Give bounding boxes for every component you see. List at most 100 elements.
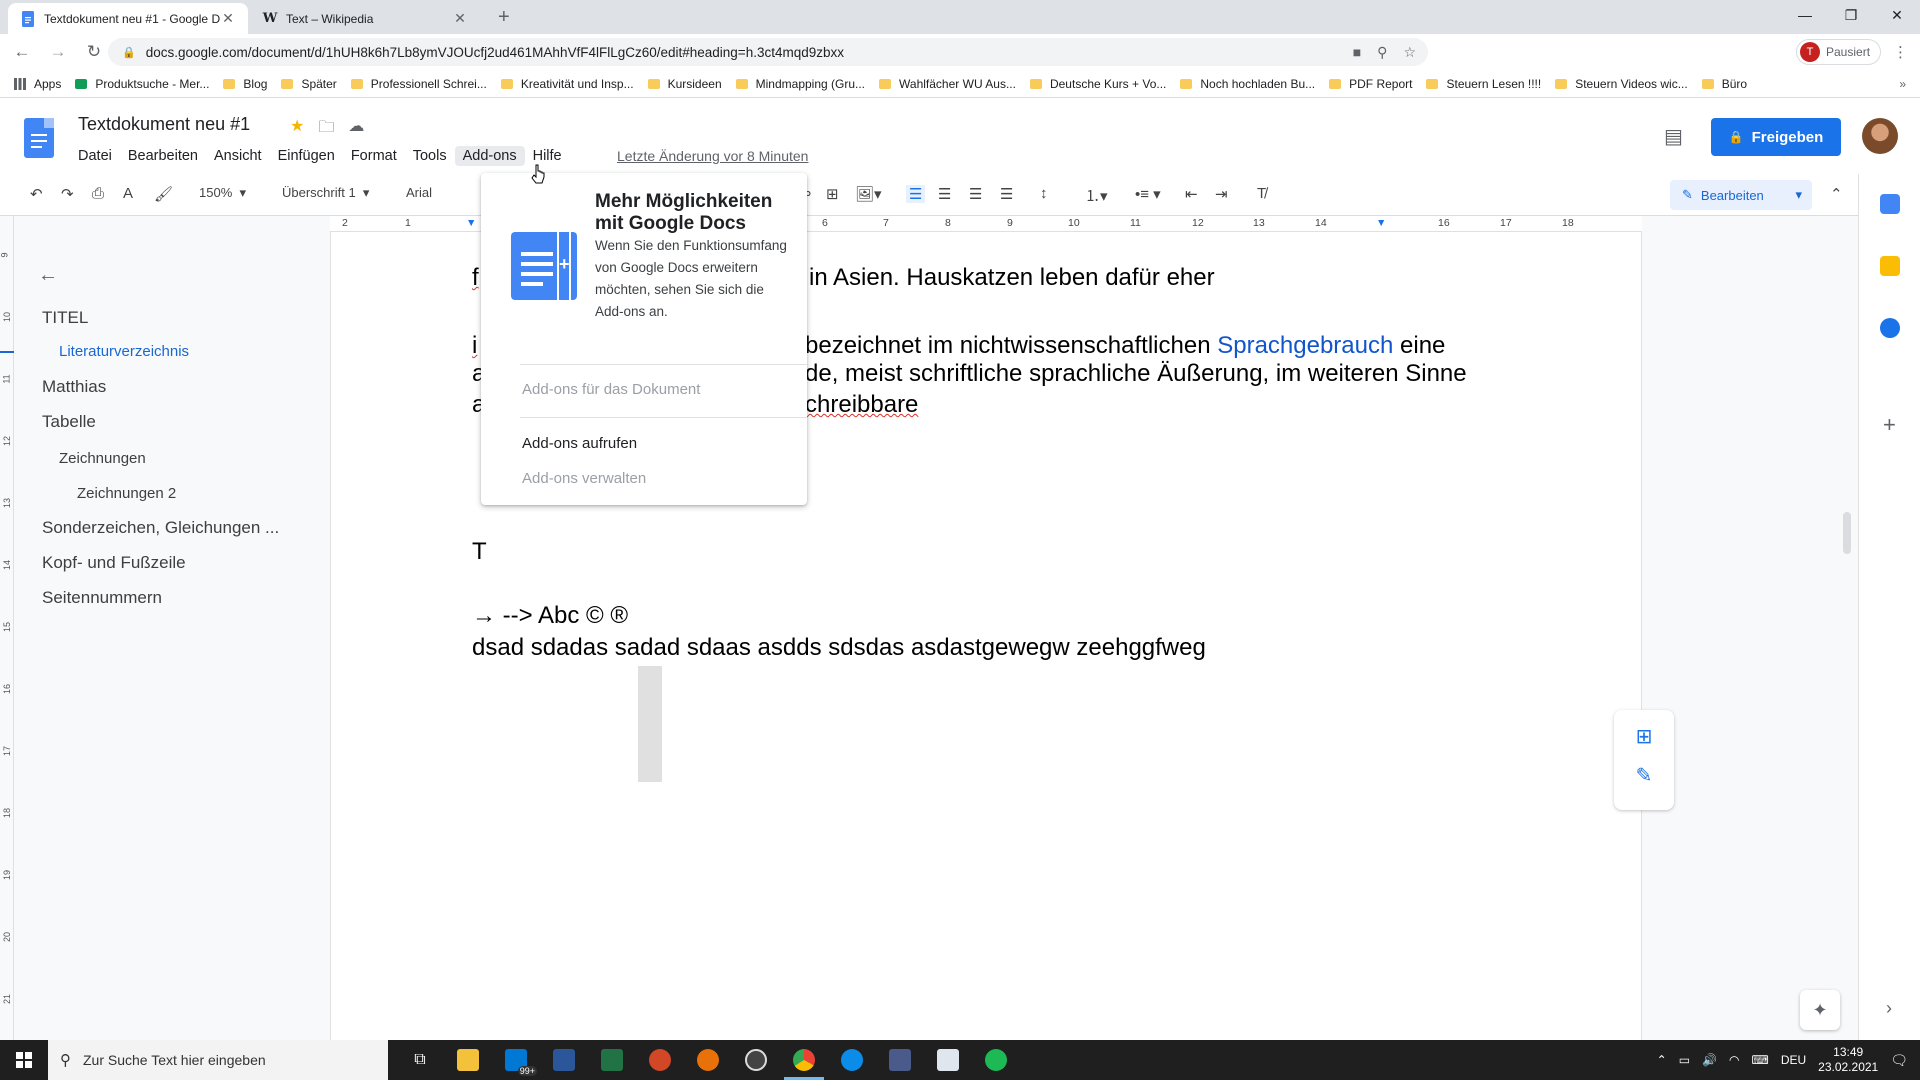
bookmark-item[interactable]: Kreativität und Insp... <box>500 77 634 91</box>
close-window-icon[interactable]: ✕ <box>1874 0 1920 30</box>
forward-icon[interactable]: → <box>44 42 72 62</box>
wiki-link[interactable]: Sprachgebrauch <box>1217 332 1393 359</box>
explore-icon[interactable]: ✦ <box>1800 990 1840 1030</box>
undo-icon[interactable]: ↶ <box>30 185 43 203</box>
file-explorer-icon[interactable] <box>444 1040 492 1080</box>
menu-item-get-addons[interactable]: Add-ons aufrufen <box>522 435 637 452</box>
clear-formatting-icon[interactable]: T̸ <box>1257 185 1266 202</box>
browser-tab-wikipedia[interactable]: W Text – Wikipedia ✕ <box>250 3 480 34</box>
bookmark-item[interactable]: Mindmapping (Gru... <box>735 77 865 91</box>
powerpoint-icon[interactable] <box>636 1040 684 1080</box>
close-tab-icon[interactable]: ✕ <box>220 10 236 27</box>
mail-icon[interactable]: 99+ <box>492 1040 540 1080</box>
comments-icon[interactable]: ▤ <box>1664 124 1683 149</box>
bookmark-item[interactable]: Kursideen <box>647 77 722 91</box>
outline-item[interactable]: Zeichnungen 2 <box>77 485 176 502</box>
align-center-icon[interactable]: ☰ <box>938 185 951 203</box>
add-addon-icon[interactable]: + <box>1883 412 1896 438</box>
app-doc-icon[interactable] <box>924 1040 972 1080</box>
redo-icon[interactable]: ↷ <box>61 185 74 203</box>
app-window-icon[interactable] <box>876 1040 924 1080</box>
align-right-icon[interactable]: ☰ <box>969 185 982 203</box>
outline-item[interactable]: Sonderzeichen, Gleichungen ... <box>42 518 279 538</box>
increase-indent-icon[interactable]: ⇥ <box>1215 185 1228 203</box>
bookmark-item[interactable]: Noch hochladen Bu... <box>1180 77 1315 91</box>
camera-icon[interactable]: ■ <box>1353 44 1361 61</box>
menu-einfuegen[interactable]: Einfügen <box>270 146 343 166</box>
word-icon[interactable] <box>540 1040 588 1080</box>
avatar[interactable] <box>1862 118 1898 154</box>
browser-tab-docs[interactable]: Textdokument neu #1 - Google D ✕ <box>8 3 248 34</box>
outline-item-active[interactable]: Literaturverzeichnis <box>59 343 189 360</box>
style-select[interactable]: Überschrift 1 ▾ <box>282 185 369 201</box>
back-icon[interactable]: ← <box>8 42 36 62</box>
insert-image-icon[interactable]: 🖼▾ <box>855 185 882 203</box>
zoom-icon[interactable]: ⚲ <box>1377 44 1387 61</box>
reload-icon[interactable]: ↻ <box>80 42 108 62</box>
task-view-icon[interactable]: ⧉ <box>396 1040 444 1080</box>
star-icon[interactable]: ★ <box>290 116 304 143</box>
browser-menu-icon[interactable]: ⋮ <box>1893 43 1908 61</box>
app-icon[interactable] <box>684 1040 732 1080</box>
image-placeholder[interactable] <box>638 666 662 782</box>
close-outline-icon[interactable]: ← <box>38 264 58 287</box>
excel-icon[interactable] <box>588 1040 636 1080</box>
paint-format-icon[interactable]: 🖌 <box>154 185 173 203</box>
outline-item[interactable]: Matthias <box>42 377 106 397</box>
menu-tools[interactable]: Tools <box>405 146 455 166</box>
bulleted-list-icon[interactable]: •≡ ▾ <box>1135 185 1161 203</box>
tray-chevron-icon[interactable]: ⌃ <box>1657 1053 1667 1067</box>
share-button[interactable]: 🔒 Freigeben <box>1711 118 1841 156</box>
decrease-indent-icon[interactable]: ⇤ <box>1185 185 1198 203</box>
edge-icon[interactable] <box>828 1040 876 1080</box>
battery-icon[interactable]: ▭ <box>1679 1053 1690 1067</box>
print-icon[interactable]: ⎙ <box>92 185 104 202</box>
numbered-list-icon[interactable]: ⒈▾ <box>1085 185 1108 206</box>
new-tab-icon[interactable]: + <box>498 6 510 29</box>
bookmark-item[interactable]: Deutsche Kurs + Vo... <box>1029 77 1166 91</box>
bookmark-item[interactable]: Steuern Videos wic... <box>1555 77 1688 91</box>
google-docs-logo-icon[interactable] <box>24 118 54 158</box>
obs-icon[interactable] <box>732 1040 780 1080</box>
close-tab-icon[interactable]: ✕ <box>452 10 468 27</box>
profile-button[interactable]: T Pausiert <box>1796 39 1882 65</box>
right-indent-marker-icon[interactable]: ▼ <box>1376 217 1386 229</box>
taskbar-search-input[interactable]: ⚲ Zur Suche Text hier eingeben <box>48 1040 388 1080</box>
document-title[interactable]: Textdokument neu #1 <box>78 114 250 135</box>
spellcheck-icon[interactable]: A <box>123 185 133 202</box>
outline-item[interactable]: TITEL <box>42 308 88 328</box>
bookmarks-overflow-icon[interactable]: » <box>1899 77 1906 91</box>
menu-ansicht[interactable]: Ansicht <box>206 146 270 166</box>
bookmark-item[interactable]: PDF Report <box>1329 77 1412 91</box>
font-select[interactable]: Arial <box>406 185 432 200</box>
bookmark-item[interactable]: Später <box>281 77 337 91</box>
keyboard-icon[interactable]: ⌨ <box>1751 1053 1768 1067</box>
collapse-toolbar-icon[interactable]: ⌃ <box>1830 185 1843 203</box>
notifications-icon[interactable]: 🗨 <box>1890 1052 1908 1069</box>
windows-start-icon[interactable] <box>0 1040 48 1080</box>
justify-icon[interactable]: ☰ <box>1000 185 1013 203</box>
spotify-icon[interactable] <box>972 1040 1020 1080</box>
align-left-icon[interactable]: ☰ <box>906 185 926 203</box>
menu-datei[interactable]: Datei <box>70 146 120 166</box>
bookmark-star-icon[interactable]: ☆ <box>1403 44 1416 61</box>
chevron-right-icon[interactable]: › <box>1886 998 1892 1019</box>
editing-mode-select[interactable]: ✎ Bearbeiten ▾ <box>1670 180 1812 210</box>
add-comment-icon[interactable]: ⊞ <box>826 185 839 203</box>
bookmark-item[interactable]: Steuern Lesen !!!! <box>1426 77 1541 91</box>
menu-addons[interactable]: Add-ons <box>454 146 525 166</box>
keep-icon[interactable] <box>1880 256 1900 276</box>
line-spacing-icon[interactable]: ↕ <box>1040 185 1048 202</box>
chrome-icon[interactable] <box>780 1040 828 1080</box>
minimize-icon[interactable]: — <box>1782 0 1828 30</box>
restore-icon[interactable]: ❐ <box>1828 0 1874 30</box>
indent-marker-icon[interactable]: ▼ <box>466 217 476 229</box>
outline-item[interactable]: Seitennummern <box>42 588 162 608</box>
bookmark-item[interactable]: Produktsuche - Mer... <box>75 77 209 91</box>
url-field[interactable]: 🔒 docs.google.com/document/d/1hUH8k6h7Lb… <box>108 38 1428 66</box>
language-indicator[interactable]: DEU <box>1781 1053 1806 1067</box>
volume-icon[interactable]: 🔊 <box>1702 1053 1717 1067</box>
move-folder-icon[interactable]: 🗀 <box>318 116 334 143</box>
bookmark-item[interactable]: Büro <box>1701 77 1747 91</box>
bookmark-item[interactable]: Blog <box>223 77 267 91</box>
